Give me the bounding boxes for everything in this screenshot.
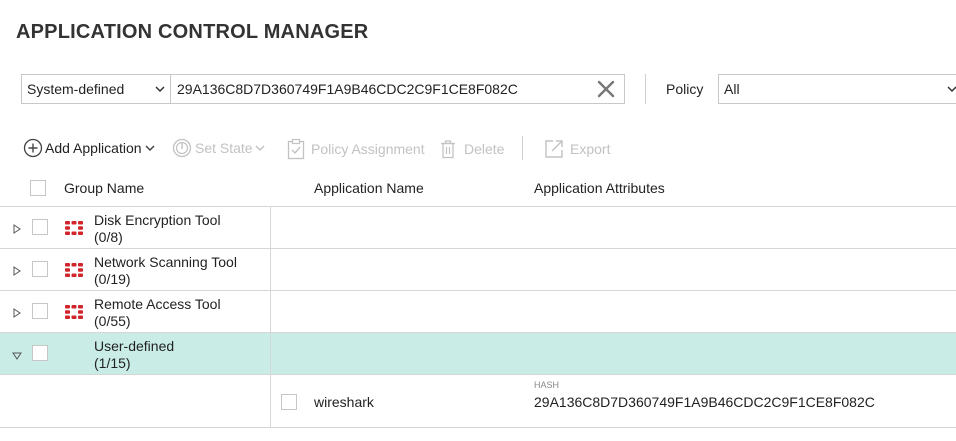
delete-label: Delete [464,141,505,157]
fortinet-logo-icon [65,221,83,235]
column-header-application[interactable]: Application Name [314,180,424,196]
column-divider [270,375,271,427]
policy-label: Policy [666,81,704,97]
expand-arrow-icon[interactable] [12,266,22,276]
filter-divider [645,74,646,104]
column-divider [270,291,271,332]
application-row[interactable]: wireshark HASH 29A136C8D7D360749F1A9B46C… [0,375,956,428]
row-checkbox[interactable] [32,219,48,235]
expand-arrow-icon[interactable] [12,224,22,234]
group-name-text: Disk Encryption Tool [94,212,221,228]
source-type-select[interactable]: System-defined [21,74,171,104]
group-name: Remote Access Tool (0/55) [94,296,221,330]
source-type-value: System-defined [27,81,125,97]
export-label: Export [570,141,611,157]
group-name: Disk Encryption Tool (0/8) [94,212,221,246]
group-name: User-defined (1/15) [94,338,174,372]
table-header: Group Name Application Name Application … [0,170,956,207]
export-button[interactable]: Export [544,138,610,160]
group-count: (0/55) [94,313,131,329]
plus-circle-icon [23,138,43,158]
collapse-arrow-icon[interactable] [12,351,22,361]
group-row-selected[interactable]: User-defined (1/15) [0,333,956,375]
add-application-label: Add Application [45,140,142,156]
column-header-group[interactable]: Group Name [64,180,144,196]
trash-icon [441,140,455,159]
group-name-text: Network Scanning Tool [94,254,237,270]
clipboard-check-icon [287,138,305,160]
chevron-down-icon [145,145,155,152]
set-state-button[interactable]: Set State [172,137,266,159]
application-checkbox[interactable] [281,394,297,410]
group-count: (0/19) [94,271,131,287]
set-state-label: Set State [195,140,253,156]
policy-assignment-label: Policy Assignment [311,141,425,157]
policy-select-value: All [724,81,740,97]
group-row[interactable]: Remote Access Tool (0/55) [0,291,956,333]
group-name: Network Scanning Tool (0/19) [94,254,237,288]
column-divider [270,249,271,290]
policy-assignment-button[interactable]: Policy Assignment [287,138,425,160]
row-checkbox[interactable] [32,303,48,319]
group-name-text: Remote Access Tool [94,296,221,312]
attribute-value: 29A136C8D7D360749F1A9B46CDC2C9F1CE8F082C [534,394,875,410]
chevron-down-icon [255,145,265,152]
row-checkbox[interactable] [32,345,48,361]
add-application-button[interactable]: Add Application [23,137,156,159]
export-icon [545,140,563,158]
application-name: wireshark [314,394,374,410]
chevron-down-icon [947,86,956,93]
page-title: APPLICATION CONTROL MANAGER [16,21,369,43]
group-name-text: User-defined [94,338,175,354]
group-row[interactable]: Network Scanning Tool (0/19) [0,249,956,291]
delete-button[interactable]: Delete [440,138,504,160]
fortinet-logo-icon [65,263,83,277]
group-row[interactable]: Disk Encryption Tool (0/8) [0,207,956,249]
fortinet-logo-icon [65,305,83,319]
policy-select[interactable]: All [718,74,956,104]
expand-arrow-icon[interactable] [12,308,22,318]
group-count: (1/15) [94,355,131,371]
group-count: (0/8) [94,229,123,245]
column-header-attributes[interactable]: Application Attributes [534,180,665,196]
search-input-value: 29A136C8D7D360749F1A9B46CDC2C9F1CE8F082C [177,81,518,97]
toolbar-divider [522,136,523,160]
column-divider [270,207,271,248]
attribute-key: HASH [534,380,560,390]
search-input[interactable]: 29A136C8D7D360749F1A9B46CDC2C9F1CE8F082C [170,74,625,104]
select-all-checkbox[interactable] [30,180,46,196]
chevron-down-icon [155,86,165,93]
column-divider [270,333,271,374]
row-checkbox[interactable] [32,261,48,277]
power-state-icon [172,138,192,158]
clear-search-icon[interactable] [596,79,616,99]
